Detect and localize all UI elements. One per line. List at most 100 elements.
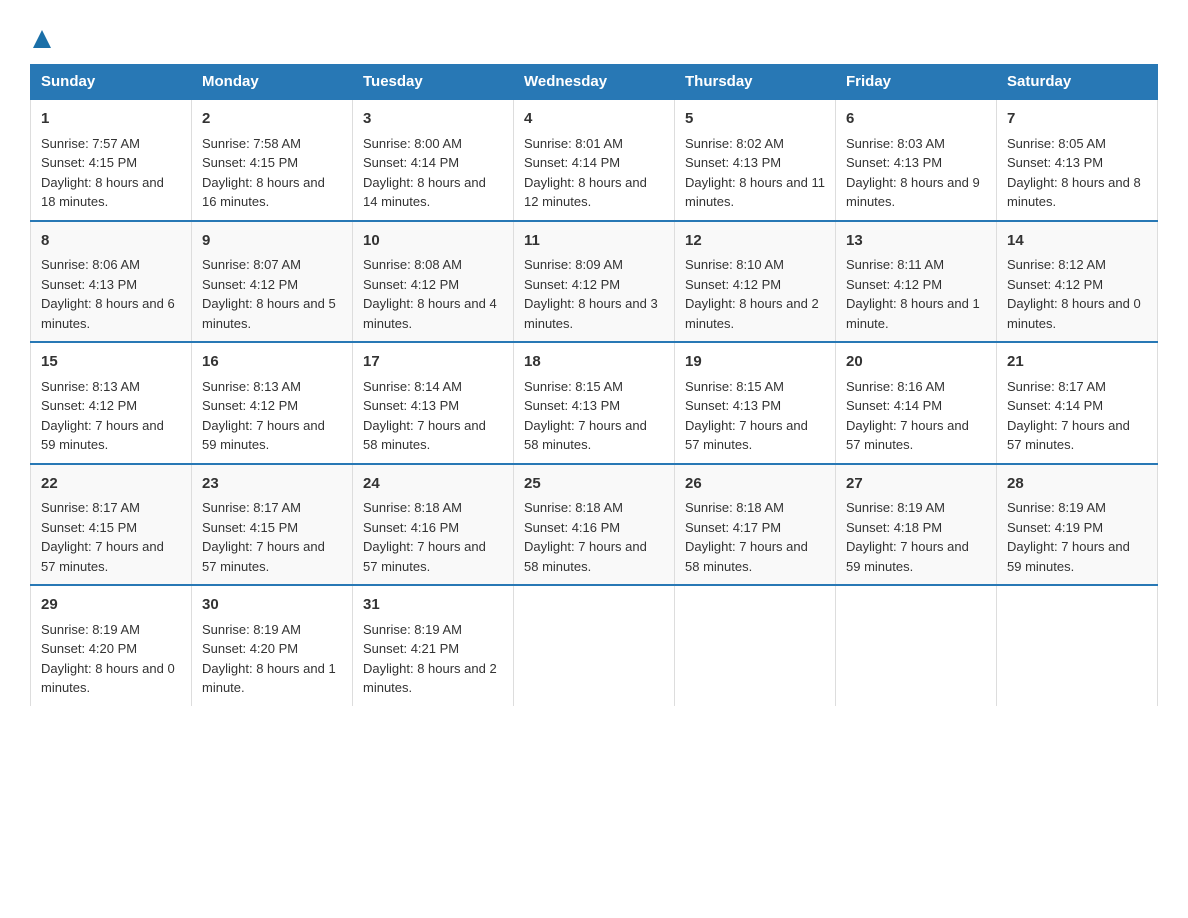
day-number: 4 — [524, 108, 664, 131]
day-number: 6 — [846, 108, 986, 131]
logo — [30, 30, 51, 48]
day-number: 30 — [202, 594, 342, 617]
day-number: 10 — [363, 230, 503, 253]
day-info: Sunrise: 8:06 AMSunset: 4:13 PMDaylight:… — [41, 255, 181, 333]
calendar-cell: 12Sunrise: 8:10 AMSunset: 4:12 PMDayligh… — [675, 221, 836, 343]
calendar-cell: 22Sunrise: 8:17 AMSunset: 4:15 PMDayligh… — [31, 464, 192, 586]
day-number: 9 — [202, 230, 342, 253]
calendar-cell: 6Sunrise: 8:03 AMSunset: 4:13 PMDaylight… — [836, 99, 997, 221]
page-header — [30, 20, 1158, 48]
day-number: 12 — [685, 230, 825, 253]
day-info: Sunrise: 8:19 AMSunset: 4:21 PMDaylight:… — [363, 620, 503, 698]
calendar-week-row: 1 Sunrise: 7:57 AMSunset: 4:15 PMDaylight… — [31, 99, 1158, 221]
day-number: 5 — [685, 108, 825, 131]
day-info: Sunrise: 8:18 AMSunset: 4:16 PMDaylight:… — [363, 498, 503, 576]
day-info: Sunrise: 8:19 AMSunset: 4:19 PMDaylight:… — [1007, 498, 1147, 576]
calendar-week-row: 8Sunrise: 8:06 AMSunset: 4:13 PMDaylight… — [31, 221, 1158, 343]
col-header-tuesday: Tuesday — [353, 65, 514, 100]
day-info: Sunrise: 8:09 AMSunset: 4:12 PMDaylight:… — [524, 255, 664, 333]
day-info: Sunrise: 8:18 AMSunset: 4:17 PMDaylight:… — [685, 498, 825, 576]
calendar-cell: 14Sunrise: 8:12 AMSunset: 4:12 PMDayligh… — [997, 221, 1158, 343]
calendar-cell: 20Sunrise: 8:16 AMSunset: 4:14 PMDayligh… — [836, 342, 997, 464]
day-info: Sunrise: 8:13 AMSunset: 4:12 PMDaylight:… — [41, 377, 181, 455]
calendar-cell: 29 Sunrise: 8:19 AMSunset: 4:20 PMDayligh… — [31, 585, 192, 706]
col-header-thursday: Thursday — [675, 65, 836, 100]
calendar-cell: 26Sunrise: 8:18 AMSunset: 4:17 PMDayligh… — [675, 464, 836, 586]
col-header-monday: Monday — [192, 65, 353, 100]
calendar-week-row: 29 Sunrise: 8:19 AMSunset: 4:20 PMDayligh… — [31, 585, 1158, 706]
day-number: 13 — [846, 230, 986, 253]
day-number: 31 — [363, 594, 503, 617]
calendar-cell: 9Sunrise: 8:07 AMSunset: 4:12 PMDaylight… — [192, 221, 353, 343]
calendar-cell: 13Sunrise: 8:11 AMSunset: 4:12 PMDayligh… — [836, 221, 997, 343]
day-info: Sunrise: 8:17 AMSunset: 4:15 PMDaylight:… — [202, 498, 342, 576]
calendar-cell: 16Sunrise: 8:13 AMSunset: 4:12 PMDayligh… — [192, 342, 353, 464]
calendar-week-row: 22Sunrise: 8:17 AMSunset: 4:15 PMDayligh… — [31, 464, 1158, 586]
day-number: 8 — [41, 230, 181, 253]
day-info: Sunrise: 8:19 AMSunset: 4:20 PMDaylight:… — [202, 620, 342, 698]
calendar-cell: 10Sunrise: 8:08 AMSunset: 4:12 PMDayligh… — [353, 221, 514, 343]
col-header-wednesday: Wednesday — [514, 65, 675, 100]
day-number: 16 — [202, 351, 342, 374]
calendar-cell: 27Sunrise: 8:19 AMSunset: 4:18 PMDayligh… — [836, 464, 997, 586]
day-number: 26 — [685, 473, 825, 496]
day-info: Sunrise: 8:15 AMSunset: 4:13 PMDaylight:… — [524, 377, 664, 455]
day-number: 17 — [363, 351, 503, 374]
calendar-cell: 24Sunrise: 8:18 AMSunset: 4:16 PMDayligh… — [353, 464, 514, 586]
day-number: 28 — [1007, 473, 1147, 496]
col-header-saturday: Saturday — [997, 65, 1158, 100]
day-number: 21 — [1007, 351, 1147, 374]
day-number: 7 — [1007, 108, 1147, 131]
calendar-cell: 4 Sunrise: 8:01 AMSunset: 4:14 PMDaylight… — [514, 99, 675, 221]
day-number: 15 — [41, 351, 181, 374]
calendar-cell: 25Sunrise: 8:18 AMSunset: 4:16 PMDayligh… — [514, 464, 675, 586]
calendar-cell: 17 Sunrise: 8:14 AMSunset: 4:13 PMDayligh… — [353, 342, 514, 464]
day-info: Sunrise: 8:08 AMSunset: 4:12 PMDaylight:… — [363, 255, 503, 333]
day-number: 23 — [202, 473, 342, 496]
calendar-cell: 21 Sunrise: 8:17 AMSunset: 4:14 PMDayligh… — [997, 342, 1158, 464]
col-header-sunday: Sunday — [31, 65, 192, 100]
day-info: Sunrise: 8:16 AMSunset: 4:14 PMDaylight:… — [846, 377, 986, 455]
calendar-cell: 3Sunrise: 8:00 AMSunset: 4:14 PMDaylight… — [353, 99, 514, 221]
day-info: Sunrise: 8:01 AMSunset: 4:14 PMDaylight:… — [524, 134, 664, 212]
day-info: Sunrise: 8:14 AMSunset: 4:13 PMDaylight:… — [363, 377, 503, 455]
calendar-cell: 15 Sunrise: 8:13 AMSunset: 4:12 PMDayligh… — [31, 342, 192, 464]
day-number: 29 — [41, 594, 181, 617]
day-info: Sunrise: 8:19 AMSunset: 4:20 PMDaylight:… — [41, 620, 181, 698]
day-number: 19 — [685, 351, 825, 374]
calendar-cell — [514, 585, 675, 706]
calendar-cell: 31 Sunrise: 8:19 AMSunset: 4:21 PMDayligh… — [353, 585, 514, 706]
calendar-cell: 28Sunrise: 8:19 AMSunset: 4:19 PMDayligh… — [997, 464, 1158, 586]
calendar-cell — [675, 585, 836, 706]
day-info: Sunrise: 8:17 AMSunset: 4:14 PMDaylight:… — [1007, 377, 1147, 455]
day-info: Sunrise: 7:57 AMSunset: 4:15 PMDaylight:… — [41, 134, 181, 212]
day-number: 27 — [846, 473, 986, 496]
day-number: 14 — [1007, 230, 1147, 253]
calendar-cell: 5 Sunrise: 8:02 AMSunset: 4:13 PMDaylight… — [675, 99, 836, 221]
logo-triangle-icon — [33, 30, 51, 48]
day-info: Sunrise: 8:12 AMSunset: 4:12 PMDaylight:… — [1007, 255, 1147, 333]
day-number: 25 — [524, 473, 664, 496]
calendar-cell: 2Sunrise: 7:58 AMSunset: 4:15 PMDaylight… — [192, 99, 353, 221]
day-info: Sunrise: 8:02 AMSunset: 4:13 PMDaylight:… — [685, 134, 825, 212]
day-info: Sunrise: 8:07 AMSunset: 4:12 PMDaylight:… — [202, 255, 342, 333]
day-info: Sunrise: 8:05 AMSunset: 4:13 PMDaylight:… — [1007, 134, 1147, 212]
day-info: Sunrise: 8:11 AMSunset: 4:12 PMDaylight:… — [846, 255, 986, 333]
day-number: 1 — [41, 108, 181, 131]
day-number: 24 — [363, 473, 503, 496]
calendar-cell: 18 Sunrise: 8:15 AMSunset: 4:13 PMDayligh… — [514, 342, 675, 464]
day-info: Sunrise: 7:58 AMSunset: 4:15 PMDaylight:… — [202, 134, 342, 212]
calendar-cell — [836, 585, 997, 706]
calendar-cell: 30 Sunrise: 8:19 AMSunset: 4:20 PMDayligh… — [192, 585, 353, 706]
calendar-cell — [997, 585, 1158, 706]
day-number: 18 — [524, 351, 664, 374]
day-info: Sunrise: 8:17 AMSunset: 4:15 PMDaylight:… — [41, 498, 181, 576]
calendar-cell: 23Sunrise: 8:17 AMSunset: 4:15 PMDayligh… — [192, 464, 353, 586]
calendar-week-row: 15 Sunrise: 8:13 AMSunset: 4:12 PMDayligh… — [31, 342, 1158, 464]
calendar-header-row: SundayMondayTuesdayWednesdayThursdayFrid… — [31, 65, 1158, 100]
day-number: 3 — [363, 108, 503, 131]
calendar-cell: 8Sunrise: 8:06 AMSunset: 4:13 PMDaylight… — [31, 221, 192, 343]
day-number: 11 — [524, 230, 664, 253]
day-info: Sunrise: 8:18 AMSunset: 4:16 PMDaylight:… — [524, 498, 664, 576]
calendar-cell: 11Sunrise: 8:09 AMSunset: 4:12 PMDayligh… — [514, 221, 675, 343]
